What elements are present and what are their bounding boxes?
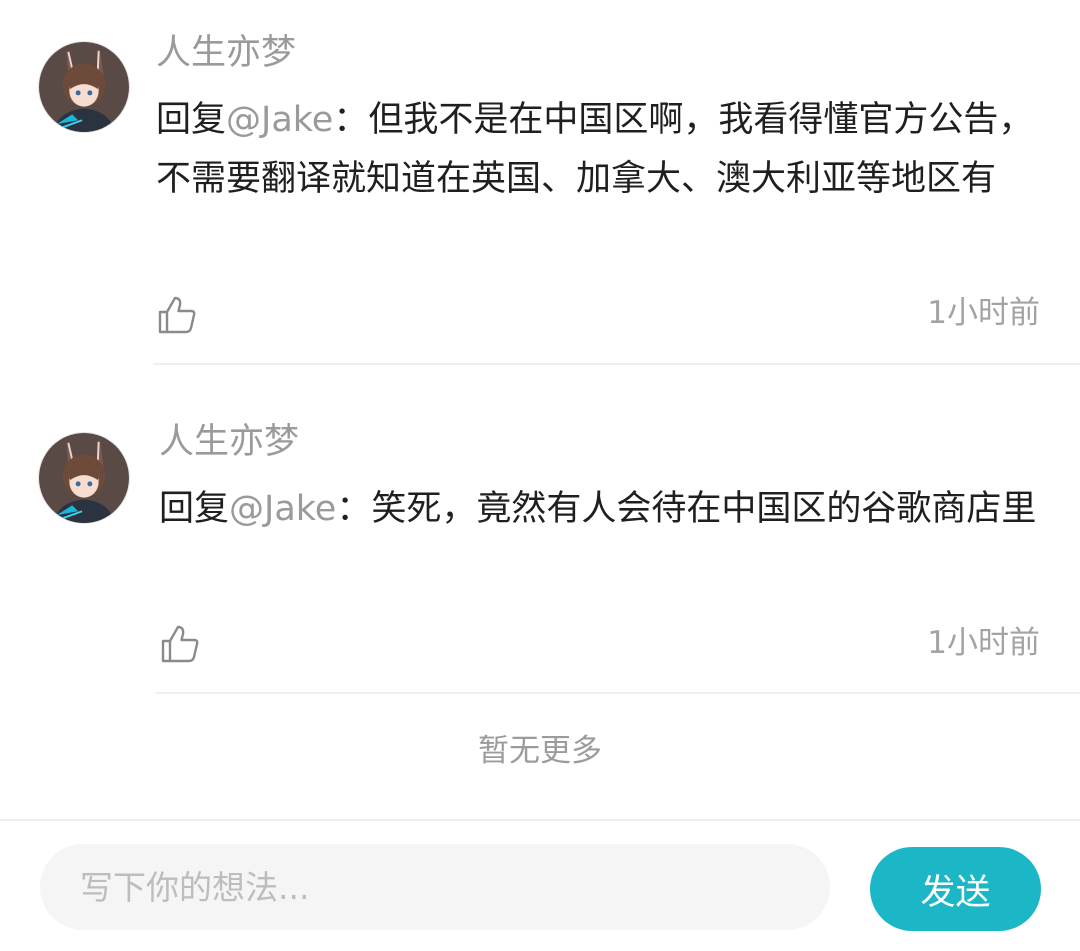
avatar[interactable]: [38, 41, 130, 133]
divider: [153, 363, 1080, 365]
timestamp: 1小时前: [927, 625, 1040, 661]
reply-prefix: 回复: [159, 489, 230, 529]
send-button[interactable]: 发送: [870, 847, 1041, 931]
reply-separator: ：: [336, 489, 372, 529]
thumbs-up-icon: [161, 625, 199, 663]
comment-text: 回复@Jake：笑死，竟然有人会待在中国区的谷歌商店里: [159, 480, 1039, 539]
reply-separator: ：: [333, 100, 369, 140]
no-more-text: 暂无更多: [478, 733, 602, 769]
mention-link[interactable]: @Jake: [226, 100, 333, 140]
mention-link[interactable]: @Jake: [229, 489, 336, 529]
comment-composer: 发送: [0, 819, 1080, 951]
thumbs-up-icon: [158, 296, 196, 334]
avatar-image: [39, 433, 129, 523]
comment-thread-page: 人生亦梦 回复@Jake：但我不是在中国区啊，我看得懂官方公告，不需要翻译就知道…: [0, 0, 1080, 951]
username[interactable]: 人生亦梦: [156, 36, 296, 71]
timestamp: 1小时前: [927, 295, 1040, 331]
comment-input[interactable]: [40, 844, 830, 930]
like-button[interactable]: [159, 623, 201, 665]
avatar-image: [39, 42, 129, 132]
comment-body: 笑死，竟然有人会待在中国区的谷歌商店里: [371, 489, 1037, 529]
avatar[interactable]: [38, 432, 130, 524]
username[interactable]: 人生亦梦: [159, 425, 299, 460]
comment-text: 回复@Jake：但我不是在中国区啊，我看得懂官方公告，不需要翻译就知道在英国、加…: [156, 91, 1036, 209]
reply-prefix: 回复: [156, 100, 227, 140]
like-button[interactable]: [156, 294, 198, 336]
divider: [156, 692, 1080, 694]
